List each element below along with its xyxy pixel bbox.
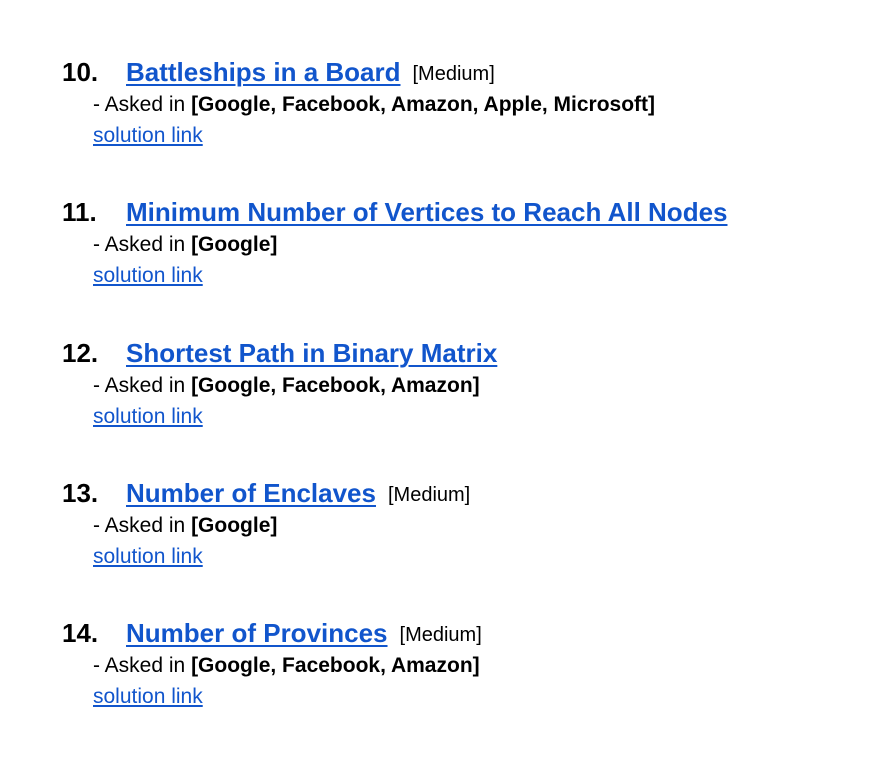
solution-line: solution link [93, 121, 862, 151]
problem-title-link[interactable]: Minimum Number of Vertices to Reach All … [126, 197, 728, 227]
problem-title-link[interactable]: Shortest Path in Binary Matrix [126, 338, 497, 368]
problem-item: 11. Minimum Number of Vertices to Reach A… [62, 195, 862, 336]
asked-in-line: - Asked in [Google, Facebook, Amazon, Ap… [93, 89, 862, 121]
problem-item: 10. Battleships in a Board [Medium] - Aske… [62, 55, 862, 195]
asked-in-line: - Asked in [Google] [93, 229, 862, 261]
solution-link[interactable]: solution link [93, 405, 203, 428]
problem-number: 10. [62, 57, 99, 87]
difficulty-label: [Medium] [399, 624, 482, 646]
problem-title-line: 13. Number of Enclaves [Medium] [62, 476, 862, 510]
asked-in-line: - Asked in [Google, Facebook, Amazon] [93, 370, 862, 402]
problem-title-line: 10. Battleships in a Board [Medium] [62, 55, 862, 89]
company-list: [Google] [191, 514, 278, 537]
problem-title-link[interactable]: Number of Enclaves [126, 478, 376, 508]
difficulty-label: [Medium] [412, 63, 495, 85]
company-list: [Google, Facebook, Amazon, Apple, Micros… [191, 93, 656, 116]
problem-number: 13. [62, 478, 99, 508]
difficulty-label: [Medium] [387, 484, 471, 506]
solution-link[interactable]: solution link [93, 545, 203, 568]
problem-number: 12. [62, 338, 99, 368]
asked-in-prefix: - Asked in [93, 233, 192, 256]
company-list: [Google] [191, 233, 278, 256]
company-list: [Google, Facebook, Amazon] [191, 374, 480, 397]
problem-number: 14. [62, 618, 99, 648]
problem-item: 13. Number of Enclaves [Medium] - Asked in… [62, 476, 862, 616]
asked-in-prefix: - Asked in [93, 93, 192, 116]
problem-title-link[interactable]: Battleships in a Board [126, 57, 401, 87]
problem-item: 14. Number of Provinces [Medium] - Asked i… [62, 616, 862, 756]
asked-in-prefix: - Asked in [93, 374, 192, 397]
solution-link[interactable]: solution link [93, 264, 203, 287]
asked-in-line: - Asked in [Google] [93, 510, 862, 542]
asked-in-line: - Asked in [Google, Facebook, Amazon] [93, 650, 862, 682]
solution-line: solution link [93, 261, 862, 291]
solution-link[interactable]: solution link [93, 124, 203, 147]
company-list: [Google, Facebook, Amazon] [191, 654, 480, 677]
asked-in-prefix: - Asked in [93, 514, 192, 537]
problem-list: 10. Battleships in a Board [Medium] - Aske… [62, 55, 862, 756]
solution-line: solution link [93, 542, 862, 572]
problem-item: 12. Shortest Path in Binary Matrix - Aske… [62, 336, 862, 476]
problem-title-line: 14. Number of Provinces [Medium] [62, 616, 862, 650]
problem-title-line: 12. Shortest Path in Binary Matrix [62, 336, 862, 370]
problem-title-line: 11. Minimum Number of Vertices to Reach A… [62, 195, 862, 229]
solution-link[interactable]: solution link [93, 685, 203, 708]
solution-line: solution link [93, 682, 862, 712]
problem-number: 11. [62, 197, 97, 227]
solution-line: solution link [93, 402, 862, 432]
asked-in-prefix: - Asked in [93, 654, 192, 677]
problem-title-link[interactable]: Number of Provinces [126, 618, 388, 648]
